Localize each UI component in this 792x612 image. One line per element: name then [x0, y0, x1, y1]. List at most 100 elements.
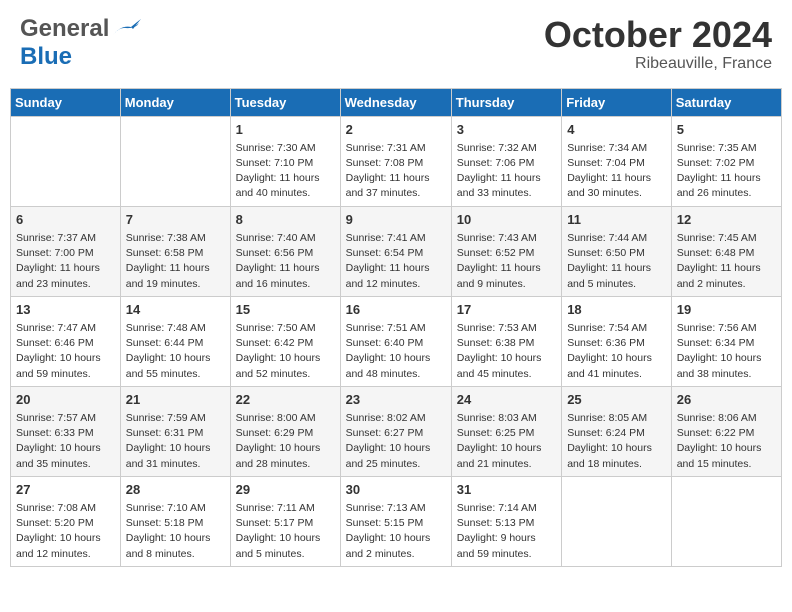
month-title: October 2024 [544, 15, 772, 55]
cell-info: Sunrise: 7:08 AM Sunset: 5:20 PM Dayligh… [16, 501, 115, 562]
calendar-week-row: 27 Sunrise: 7:08 AM Sunset: 5:20 PM Dayli… [11, 476, 782, 566]
day-number: 18 [567, 301, 666, 319]
day-number: 15 [236, 301, 335, 319]
cell-info: Sunrise: 8:06 AM Sunset: 6:22 PM Dayligh… [677, 411, 776, 472]
cell-info: Sunrise: 7:35 AM Sunset: 7:02 PM Dayligh… [677, 141, 776, 202]
day-number: 23 [346, 391, 446, 409]
day-number: 22 [236, 391, 335, 409]
cell-info: Sunrise: 7:13 AM Sunset: 5:15 PM Dayligh… [346, 501, 446, 562]
day-number: 6 [16, 211, 115, 229]
day-number: 5 [677, 121, 776, 139]
day-header-sunday: Sunday [11, 88, 121, 116]
calendar-week-row: 1Sunrise: 7:30 AM Sunset: 7:10 PM Daylig… [11, 116, 782, 206]
calendar-cell: 6 Sunrise: 7:37 AM Sunset: 7:00 PM Daylig… [11, 206, 121, 296]
day-number: 11 [567, 211, 666, 229]
day-number: 19 [677, 301, 776, 319]
calendar-cell: 5 Sunrise: 7:35 AM Sunset: 7:02 PM Daylig… [671, 116, 781, 206]
calendar-cell: 16Sunrise: 7:51 AM Sunset: 6:40 PM Dayli… [340, 296, 451, 386]
cell-info: Sunrise: 7:38 AM Sunset: 6:58 PM Dayligh… [126, 231, 225, 292]
day-number: 21 [126, 391, 225, 409]
day-number: 24 [457, 391, 556, 409]
cell-info: Sunrise: 7:59 AM Sunset: 6:31 PM Dayligh… [126, 411, 225, 472]
logo: General Blue [20, 15, 141, 71]
calendar-cell: 23 Sunrise: 8:02 AM Sunset: 6:27 PM Dayli… [340, 386, 451, 476]
cell-info: Sunrise: 7:11 AM Sunset: 5:17 PM Dayligh… [236, 501, 335, 562]
day-number: 26 [677, 391, 776, 409]
day-number: 29 [236, 481, 335, 499]
day-header-wednesday: Wednesday [340, 88, 451, 116]
calendar-cell: 26 Sunrise: 8:06 AM Sunset: 6:22 PM Dayli… [671, 386, 781, 476]
day-number: 28 [126, 481, 225, 499]
day-number: 12 [677, 211, 776, 229]
day-number: 10 [457, 211, 556, 229]
day-header-friday: Friday [562, 88, 672, 116]
cell-info: Sunrise: 7:51 AM Sunset: 6:40 PM Dayligh… [346, 321, 446, 382]
calendar-cell: 7 Sunrise: 7:38 AM Sunset: 6:58 PM Daylig… [120, 206, 230, 296]
cell-info: Sunrise: 7:56 AM Sunset: 6:34 PM Dayligh… [677, 321, 776, 382]
calendar-cell: 8Sunrise: 7:40 AM Sunset: 6:56 PM Daylig… [230, 206, 340, 296]
cell-info: Sunrise: 7:50 AM Sunset: 6:42 PM Dayligh… [236, 321, 335, 382]
logo-bird-icon [111, 17, 141, 41]
calendar-cell: 11 Sunrise: 7:44 AM Sunset: 6:50 PM Dayli… [562, 206, 672, 296]
day-number: 4 [567, 121, 666, 139]
cell-info: Sunrise: 7:45 AM Sunset: 6:48 PM Dayligh… [677, 231, 776, 292]
cell-info: Sunrise: 7:41 AM Sunset: 6:54 PM Dayligh… [346, 231, 446, 292]
cell-info: Sunrise: 7:43 AM Sunset: 6:52 PM Dayligh… [457, 231, 556, 292]
calendar-cell: 2Sunrise: 7:31 AM Sunset: 7:08 PM Daylig… [340, 116, 451, 206]
calendar-cell: 10 Sunrise: 7:43 AM Sunset: 6:52 PM Dayli… [451, 206, 561, 296]
cell-info: Sunrise: 7:37 AM Sunset: 7:00 PM Dayligh… [16, 231, 115, 292]
day-number: 17 [457, 301, 556, 319]
cell-info: Sunrise: 7:32 AM Sunset: 7:06 PM Dayligh… [457, 141, 556, 202]
cell-info: Sunrise: 7:31 AM Sunset: 7:08 PM Dayligh… [346, 141, 446, 202]
calendar-cell: 12 Sunrise: 7:45 AM Sunset: 6:48 PM Dayli… [671, 206, 781, 296]
calendar-cell: 14Sunrise: 7:48 AM Sunset: 6:44 PM Dayli… [120, 296, 230, 386]
cell-info: Sunrise: 8:00 AM Sunset: 6:29 PM Dayligh… [236, 411, 335, 472]
day-header-thursday: Thursday [451, 88, 561, 116]
calendar-cell: 1Sunrise: 7:30 AM Sunset: 7:10 PM Daylig… [230, 116, 340, 206]
calendar-cell [120, 116, 230, 206]
cell-info: Sunrise: 8:05 AM Sunset: 6:24 PM Dayligh… [567, 411, 666, 472]
calendar-cell: 28 Sunrise: 7:10 AM Sunset: 5:18 PM Dayli… [120, 476, 230, 566]
calendar-week-row: 20Sunrise: 7:57 AM Sunset: 6:33 PM Dayli… [11, 386, 782, 476]
cell-info: Sunrise: 7:47 AM Sunset: 6:46 PM Dayligh… [16, 321, 115, 382]
calendar-cell: 22 Sunrise: 8:00 AM Sunset: 6:29 PM Dayli… [230, 386, 340, 476]
calendar-cell: 19 Sunrise: 7:56 AM Sunset: 6:34 PM Dayli… [671, 296, 781, 386]
calendar-cell: 4 Sunrise: 7:34 AM Sunset: 7:04 PM Daylig… [562, 116, 672, 206]
cell-info: Sunrise: 7:10 AM Sunset: 5:18 PM Dayligh… [126, 501, 225, 562]
calendar-cell: 9 Sunrise: 7:41 AM Sunset: 6:54 PM Daylig… [340, 206, 451, 296]
day-number: 27 [16, 481, 115, 499]
calendar-cell [562, 476, 672, 566]
day-number: 7 [126, 211, 225, 229]
calendar-cell: 24 Sunrise: 8:03 AM Sunset: 6:25 PM Dayli… [451, 386, 561, 476]
cell-info: Sunrise: 8:02 AM Sunset: 6:27 PM Dayligh… [346, 411, 446, 472]
day-number: 31 [457, 481, 556, 499]
logo-blue-text: Blue [20, 43, 72, 70]
calendar-week-row: 13 Sunrise: 7:47 AM Sunset: 6:46 PM Dayli… [11, 296, 782, 386]
day-number: 8 [236, 211, 335, 229]
title-section: October 2024 Ribeauville, France [544, 15, 772, 73]
day-number: 13 [16, 301, 115, 319]
cell-info: Sunrise: 7:44 AM Sunset: 6:50 PM Dayligh… [567, 231, 666, 292]
day-number: 30 [346, 481, 446, 499]
calendar-cell: 31Sunrise: 7:14 AM Sunset: 5:13 PM Dayli… [451, 476, 561, 566]
calendar-week-row: 6 Sunrise: 7:37 AM Sunset: 7:00 PM Daylig… [11, 206, 782, 296]
cell-info: Sunrise: 7:34 AM Sunset: 7:04 PM Dayligh… [567, 141, 666, 202]
cell-info: Sunrise: 7:30 AM Sunset: 7:10 PM Dayligh… [236, 141, 335, 202]
cell-info: Sunrise: 7:48 AM Sunset: 6:44 PM Dayligh… [126, 321, 225, 382]
calendar-header-row: SundayMondayTuesdayWednesdayThursdayFrid… [11, 88, 782, 116]
calendar-cell: 17 Sunrise: 7:53 AM Sunset: 6:38 PM Dayli… [451, 296, 561, 386]
calendar-cell: 20Sunrise: 7:57 AM Sunset: 6:33 PM Dayli… [11, 386, 121, 476]
day-header-monday: Monday [120, 88, 230, 116]
calendar-cell: 27 Sunrise: 7:08 AM Sunset: 5:20 PM Dayli… [11, 476, 121, 566]
calendar-cell: 15 Sunrise: 7:50 AM Sunset: 6:42 PM Dayli… [230, 296, 340, 386]
calendar-cell [11, 116, 121, 206]
cell-info: Sunrise: 7:53 AM Sunset: 6:38 PM Dayligh… [457, 321, 556, 382]
calendar-cell [671, 476, 781, 566]
day-header-saturday: Saturday [671, 88, 781, 116]
calendar-cell: 25Sunrise: 8:05 AM Sunset: 6:24 PM Dayli… [562, 386, 672, 476]
day-number: 9 [346, 211, 446, 229]
day-header-tuesday: Tuesday [230, 88, 340, 116]
calendar-table: SundayMondayTuesdayWednesdayThursdayFrid… [10, 88, 782, 567]
cell-info: Sunrise: 8:03 AM Sunset: 6:25 PM Dayligh… [457, 411, 556, 472]
location-title: Ribeauville, France [544, 55, 772, 73]
